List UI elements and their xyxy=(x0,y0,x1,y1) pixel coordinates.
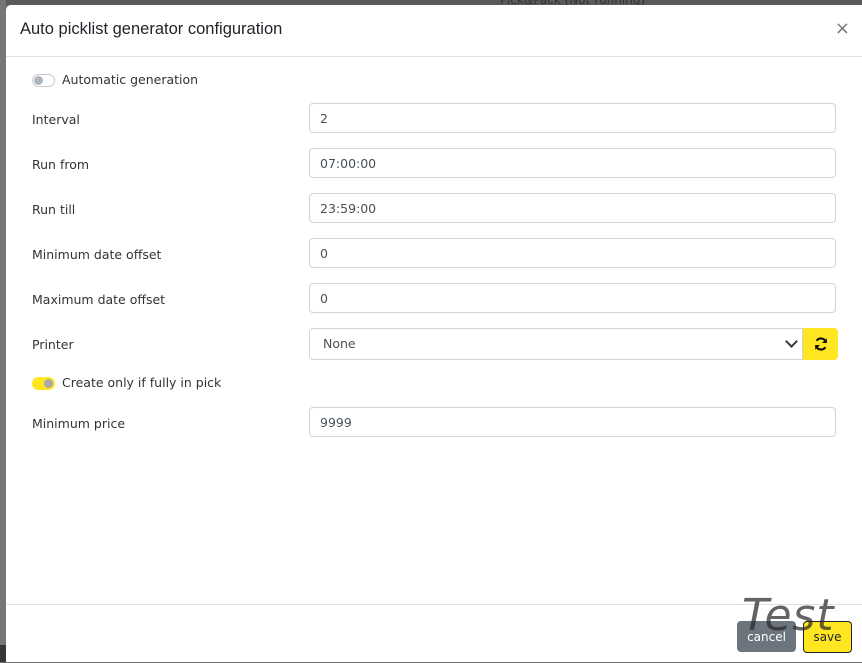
printer-select[interactable]: None xyxy=(309,328,803,360)
run-from-input[interactable]: 07:00:00 xyxy=(309,148,836,178)
printer-label: Printer xyxy=(32,337,74,352)
save-button[interactable]: save xyxy=(803,621,852,653)
interval-input[interactable]: 2 xyxy=(309,103,836,133)
create-only-if-fully-in-pick-label: Create only if fully in pick xyxy=(62,375,222,390)
close-icon[interactable]: × xyxy=(835,19,850,39)
automatic-generation-label: Automatic generation xyxy=(62,72,199,87)
dialog-header: Auto picklist generator configuration × xyxy=(6,5,862,57)
dialog-title: Auto picklist generator configuration xyxy=(20,20,283,38)
interval-label: Interval xyxy=(32,112,80,127)
run-till-label: Run till xyxy=(32,202,76,217)
chevron-down-icon xyxy=(785,335,798,348)
toggle-knob xyxy=(34,76,43,85)
minimum-date-offset-label: Minimum date offset xyxy=(32,247,162,262)
maximum-date-offset-input[interactable]: 0 xyxy=(309,283,836,313)
automatic-generation-toggle[interactable] xyxy=(32,74,55,87)
cancel-button[interactable]: cancel xyxy=(737,621,796,652)
dialog-footer: cancel save xyxy=(6,604,862,663)
printer-refresh-button[interactable] xyxy=(803,328,838,360)
printer-selected-value: None xyxy=(323,336,356,351)
minimum-date-offset-input[interactable]: 0 xyxy=(309,238,836,268)
config-dialog: Auto picklist generator configuration × … xyxy=(6,5,862,662)
run-from-label: Run from xyxy=(32,157,90,172)
minimum-price-input[interactable]: 9999 xyxy=(309,407,836,437)
maximum-date-offset-label: Maximum date offset xyxy=(32,292,166,307)
create-only-if-fully-in-pick-toggle[interactable] xyxy=(32,377,55,390)
toggle-knob xyxy=(44,379,53,388)
minimum-price-label: Minimum price xyxy=(32,416,126,431)
run-till-input[interactable]: 23:59:00 xyxy=(309,193,836,223)
refresh-icon xyxy=(814,337,827,351)
